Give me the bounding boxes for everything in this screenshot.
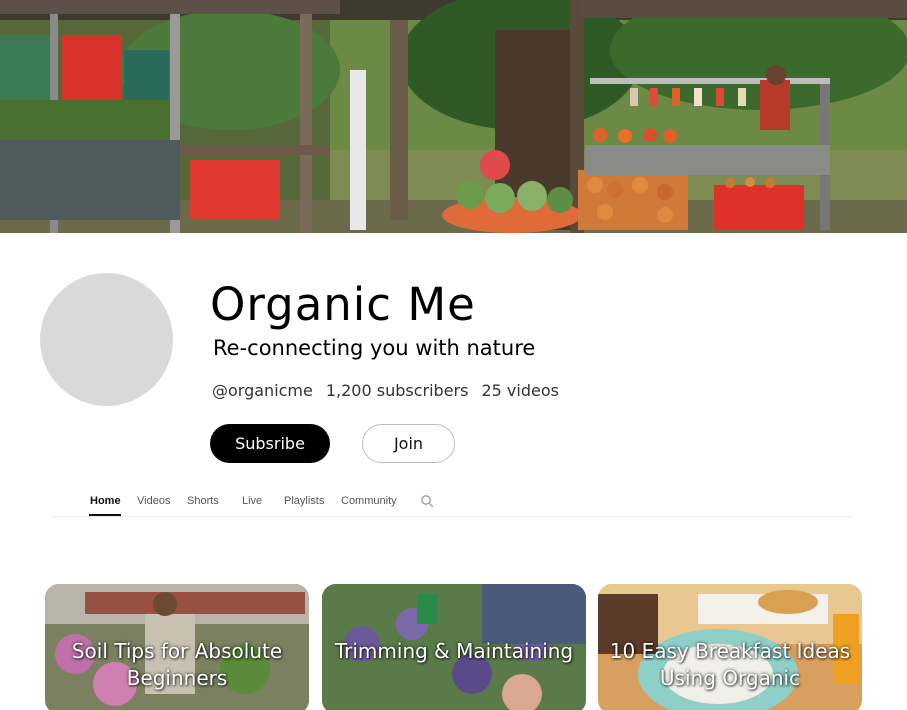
channel-avatar[interactable] bbox=[40, 273, 173, 406]
active-tab-indicator bbox=[89, 514, 121, 516]
channel-name: Organic Me bbox=[210, 278, 476, 331]
tab-playlists[interactable]: Playlists bbox=[284, 495, 324, 507]
tab-community[interactable]: Community bbox=[341, 495, 397, 507]
video-card[interactable]: Trimming & Maintaining bbox=[322, 584, 586, 710]
tab-home[interactable]: Home bbox=[90, 495, 121, 507]
search-icon[interactable] bbox=[420, 494, 434, 508]
video-title: Soil Tips for Absolute Beginners bbox=[71, 639, 283, 690]
channel-banner bbox=[0, 0, 907, 233]
tab-videos[interactable]: Videos bbox=[137, 495, 170, 507]
tab-live[interactable]: Live bbox=[242, 495, 262, 507]
video-count: 25 videos bbox=[481, 381, 559, 400]
channel-tagline: Re-connecting you with nature bbox=[213, 336, 536, 360]
tab-shorts[interactable]: Shorts bbox=[187, 495, 219, 507]
join-button[interactable]: Join bbox=[362, 424, 455, 463]
channel-tabs: Home Videos Shorts Live Playlists Commun… bbox=[52, 488, 852, 517]
channel-meta: @organicme 1,200 subscribers 25 videos bbox=[212, 381, 559, 400]
subscriber-count: 1,200 subscribers bbox=[325, 381, 469, 400]
video-card[interactable]: Soil Tips for Absolute Beginners bbox=[45, 584, 309, 710]
video-title: 10 Easy Breakfast Ideas Using Organic bbox=[609, 639, 851, 690]
video-card[interactable]: 10 Easy Breakfast Ideas Using Organic bbox=[598, 584, 862, 710]
video-title: Trimming & Maintaining bbox=[334, 639, 574, 663]
subscribe-button[interactable]: Subsribe bbox=[210, 424, 330, 463]
channel-handle: @organicme bbox=[212, 381, 313, 400]
